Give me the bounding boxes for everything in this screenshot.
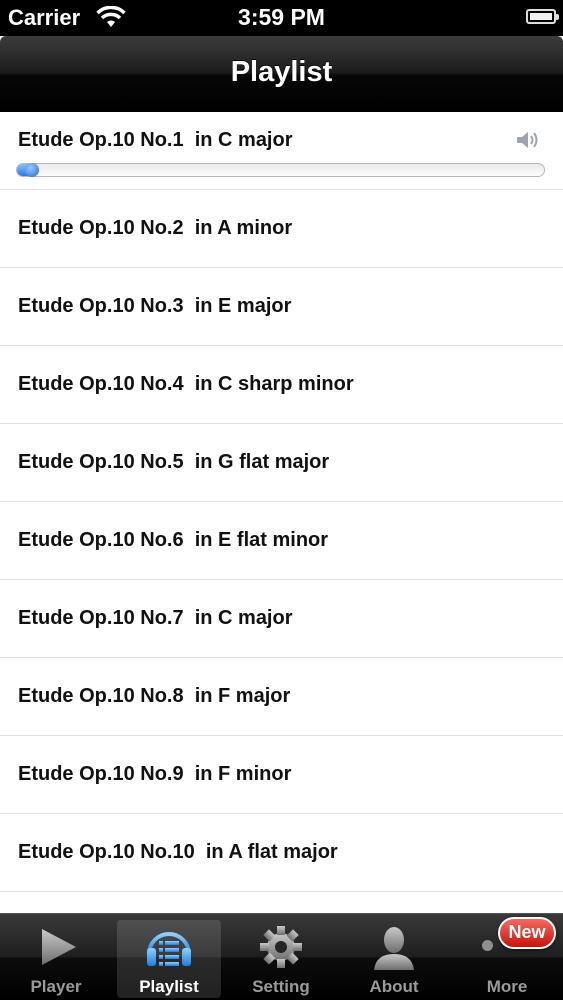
track-title: Etude Op.10 No.10 in A flat major xyxy=(18,841,338,863)
speaker-icon xyxy=(517,132,538,148)
tab-label: Setting xyxy=(252,977,310,996)
playlist-icon xyxy=(147,932,191,966)
tab-setting[interactable]: Setting xyxy=(229,920,333,998)
playlist-item[interactable]: Etude Op.10 No.1 in C major xyxy=(0,112,563,190)
track-title: Etude Op.10 No.4 in C sharp minor xyxy=(18,373,354,395)
tab-about[interactable]: About xyxy=(342,920,446,998)
navigation-bar: Playlist xyxy=(0,36,563,112)
playlist-item[interactable]: Etude Op.10 No.7 in C major xyxy=(0,580,563,658)
track-title: Etude Op.10 No.8 in F major xyxy=(18,685,291,707)
new-badge: New xyxy=(498,917,556,949)
gear-icon xyxy=(260,926,302,968)
tab-label: About xyxy=(369,977,419,996)
status-time: 3:59 PM xyxy=(238,4,325,30)
track-title: Etude Op.10 No.3 in E major xyxy=(18,295,292,317)
track-title: Etude Op.10 No.7 in C major xyxy=(18,607,293,629)
playlist-item[interactable]: Etude Op.10 No.4 in C sharp minor xyxy=(0,346,563,424)
playlist-item[interactable]: Etude Op.10 No.5 in G flat major xyxy=(0,424,563,502)
tab-label: Playlist xyxy=(139,977,199,996)
more-icon xyxy=(482,940,493,951)
tab-player[interactable]: Player xyxy=(4,920,108,998)
tab-bar: Player Playlist Setting About More xyxy=(0,913,563,1000)
playlist-item[interactable]: Etude Op.10 No.2 in A minor xyxy=(0,190,563,268)
play-icon xyxy=(42,929,76,965)
status-bar: Carrier 3:59 PM xyxy=(0,0,563,36)
track-title: Etude Op.10 No.5 in G flat major xyxy=(18,451,330,473)
playlist-item[interactable]: Etude Op.10 No.8 in F major xyxy=(0,658,563,736)
tab-playlist[interactable]: Playlist xyxy=(117,920,221,998)
playlist-item[interactable] xyxy=(0,892,563,913)
track-title: Etude Op.10 No.2 in A minor xyxy=(18,217,293,239)
tab-label: More xyxy=(486,977,528,996)
progress-slider[interactable] xyxy=(16,163,545,177)
playlist-item[interactable]: Etude Op.10 No.6 in E flat minor xyxy=(0,502,563,580)
track-title: Etude Op.10 No.6 in E flat minor xyxy=(18,529,329,551)
track-title: Etude Op.10 No.1 in C major xyxy=(18,129,293,151)
playlist-item[interactable]: Etude Op.10 No.9 in F minor xyxy=(0,736,563,814)
playlist-item[interactable]: Etude Op.10 No.3 in E major xyxy=(0,268,563,346)
track-title: Etude Op.10 No.9 in F minor xyxy=(18,763,292,785)
tab-label: Player xyxy=(30,977,82,996)
person-icon xyxy=(374,927,414,970)
progress-knob[interactable] xyxy=(24,163,39,177)
page-title: Playlist xyxy=(230,56,333,88)
playlist: Etude Op.10 No.1 in C major Etude Op.10 … xyxy=(0,112,563,913)
playlist-item[interactable]: Etude Op.10 No.10 in A flat major xyxy=(0,814,563,892)
battery-icon xyxy=(526,9,559,24)
